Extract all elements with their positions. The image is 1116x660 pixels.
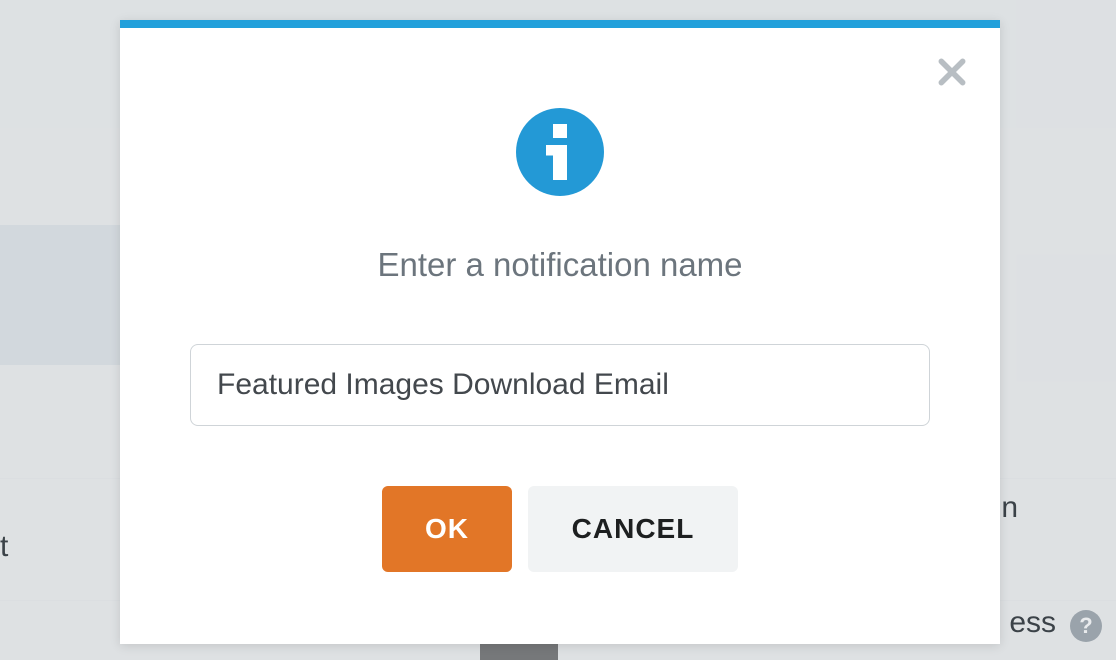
bg-text-fragment-left: t [0, 530, 8, 564]
notification-name-input[interactable] [190, 344, 930, 426]
close-icon [936, 56, 968, 88]
notification-name-dialog: Enter a notification name OK CANCEL [120, 20, 1000, 644]
info-icon [516, 108, 604, 196]
bg-thumbnail-fragment [480, 644, 558, 660]
help-icon[interactable]: ? [1070, 610, 1102, 642]
prompt-text: Enter a notification name [377, 246, 742, 284]
bg-text-fragment-right: n [1001, 491, 1018, 525]
cancel-button[interactable]: CANCEL [528, 486, 738, 572]
bg-text-fragment-bottom: ess [1009, 606, 1056, 640]
ok-button[interactable]: OK [382, 486, 512, 572]
dialog-button-row: OK CANCEL [382, 486, 738, 572]
close-button[interactable] [932, 52, 972, 92]
